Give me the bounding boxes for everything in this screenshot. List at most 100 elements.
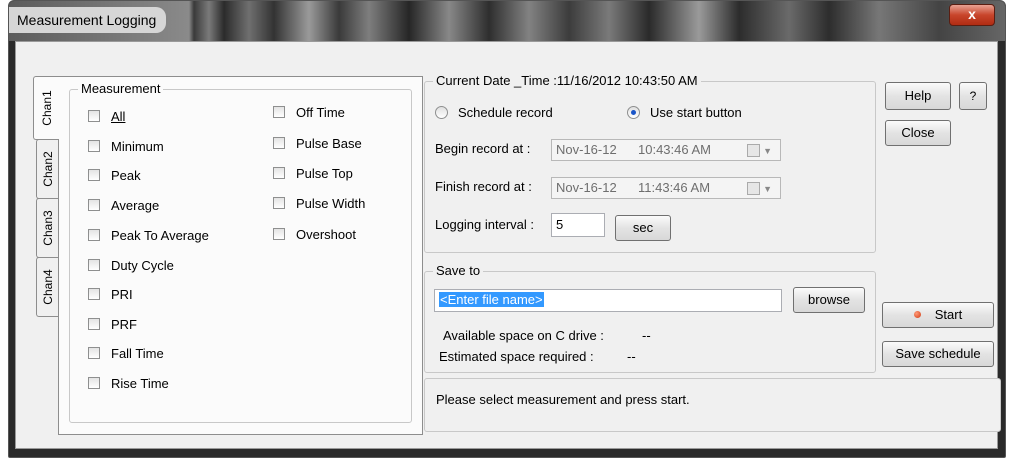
begin-record-time: 10:43:46 AM — [638, 142, 711, 157]
tab-chan3-label: Chan3 — [41, 210, 55, 246]
current-datetime-legend: Current Date _Time :11/16/2012 10:43:50 … — [433, 73, 701, 88]
tab-chan1[interactable]: Chan1 — [33, 76, 59, 140]
checkbox-average-label: Average — [111, 197, 160, 213]
browse-button[interactable]: browse — [793, 287, 865, 313]
available-space-label: Available space on C drive : — [443, 328, 604, 343]
available-space-value: -- — [642, 328, 651, 343]
save-to-group: Save to <Enter file name> browse Availab… — [424, 263, 876, 373]
help-button[interactable]: Help — [885, 82, 951, 110]
measurement-legend: Measurement — [78, 81, 164, 96]
checkbox-rise-time-label: Rise Time — [111, 375, 169, 391]
radio-use-start-button-dot[interactable] — [627, 105, 640, 119]
checkbox-pri[interactable]: PRI — [88, 285, 133, 303]
title-bar[interactable]: Measurement Logging x — [9, 1, 1005, 41]
checkbox-duty-cycle[interactable]: Duty Cycle — [88, 256, 174, 274]
checkbox-rise-time-box[interactable] — [88, 377, 100, 389]
calendar-icon[interactable] — [747, 182, 760, 195]
checkbox-pulse-width-label: Pulse Width — [296, 195, 366, 211]
checkbox-prf[interactable]: PRF — [88, 315, 137, 333]
radio-schedule-record-dot[interactable] — [435, 105, 448, 119]
checkbox-overshoot-box[interactable] — [273, 228, 285, 240]
checkbox-pri-box[interactable] — [88, 288, 100, 300]
radio-schedule-record-label: Schedule record — [458, 104, 553, 120]
measurement-logging-window: Measurement Logging x Chan1 Chan2 Chan3 … — [8, 0, 1006, 458]
checkbox-fall-time-label: Fall Time — [111, 345, 164, 361]
checkbox-prf-label: PRF — [111, 316, 137, 332]
checkbox-all[interactable]: All — [88, 107, 125, 125]
checkbox-pulse-top-box[interactable] — [273, 167, 285, 179]
help-question-icon[interactable]: ? — [959, 82, 987, 110]
begin-record-datetime-picker[interactable]: Nov-16-12 10:43:46 AM ▼ — [551, 139, 781, 161]
checkbox-pulse-top-label: Pulse Top — [296, 165, 353, 181]
file-name-input[interactable]: <Enter file name> — [434, 289, 782, 312]
checkbox-pulse-top[interactable]: Pulse Top — [273, 164, 353, 182]
estimated-space-label: Estimated space required : — [439, 349, 594, 364]
checkbox-minimum-box[interactable] — [88, 140, 100, 152]
checkbox-rise-time[interactable]: Rise Time — [88, 374, 169, 392]
checkbox-pulse-base-label: Pulse Base — [296, 135, 362, 151]
finish-record-date: Nov-16-12 — [556, 180, 617, 195]
start-button-label: Start — [934, 307, 963, 322]
checkbox-all-label: All — [111, 108, 126, 124]
checkbox-duty-cycle-label: Duty Cycle — [111, 257, 174, 273]
logging-interval-label: Logging interval : — [435, 217, 535, 232]
checkbox-peak-label: Peak — [111, 167, 141, 183]
checkbox-fall-time-box[interactable] — [88, 347, 100, 359]
window-title: Measurement Logging — [9, 7, 167, 33]
checkbox-minimum-label: Minimum — [111, 138, 164, 154]
checkbox-peak-box[interactable] — [88, 169, 100, 181]
checkbox-off-time-box[interactable] — [273, 106, 285, 118]
logging-interval-input[interactable]: 5 — [551, 213, 605, 237]
dialog-client-area: Chan1 Chan2 Chan3 Chan4 Measurement All … — [15, 41, 1001, 449]
status-message: Please select measurement and press star… — [436, 392, 690, 407]
checkbox-fall-time[interactable]: Fall Time — [88, 344, 164, 362]
finish-record-label: Finish record at : — [435, 179, 532, 194]
file-name-value: <Enter file name> — [439, 292, 544, 307]
calendar-icon[interactable] — [747, 144, 760, 157]
checkbox-peak-to-average-box[interactable] — [88, 229, 100, 241]
checkbox-off-time-label: Off Time — [296, 104, 345, 120]
checkbox-duty-cycle-box[interactable] — [88, 259, 100, 271]
tab-chan2[interactable]: Chan2 — [36, 139, 59, 199]
checkbox-peak[interactable]: Peak — [88, 166, 141, 184]
start-button[interactable]: Start — [882, 302, 994, 328]
close-button[interactable]: Close — [885, 120, 951, 146]
tab-chan4[interactable]: Chan4 — [36, 257, 59, 317]
checkbox-minimum[interactable]: Minimum — [88, 137, 164, 155]
begin-record-label: Begin record at : — [435, 141, 531, 156]
sec-button[interactable]: sec — [615, 215, 671, 241]
save-schedule-button[interactable]: Save schedule — [882, 341, 994, 367]
checkbox-pulse-width[interactable]: Pulse Width — [273, 194, 365, 212]
record-led-icon — [913, 311, 921, 319]
checkbox-peak-to-average[interactable]: Peak To Average — [88, 226, 209, 244]
window-close-button[interactable]: x — [949, 4, 995, 26]
checkbox-average-box[interactable] — [88, 199, 100, 211]
tab-chan3[interactable]: Chan3 — [36, 198, 59, 258]
finish-record-time: 11:43:46 AM — [638, 180, 711, 195]
checkbox-average[interactable]: Average — [88, 196, 159, 214]
checkbox-pulse-width-box[interactable] — [273, 197, 285, 209]
finish-record-datetime-picker[interactable]: Nov-16-12 11:43:46 AM ▼ — [551, 177, 781, 199]
tab-chan4-label: Chan4 — [41, 269, 55, 305]
checkbox-pulse-base-box[interactable] — [273, 137, 285, 149]
checkbox-prf-box[interactable] — [88, 318, 100, 330]
checkbox-pulse-base[interactable]: Pulse Base — [273, 134, 362, 152]
measurement-group: Measurement All Minimum Peak Average Pea… — [69, 81, 412, 423]
dropdown-arrow-icon[interactable]: ▼ — [763, 179, 772, 199]
checkbox-off-time[interactable]: Off Time — [273, 103, 345, 121]
chan1-tab-panel: Measurement All Minimum Peak Average Pea… — [58, 76, 423, 435]
checkbox-overshoot[interactable]: Overshoot — [273, 225, 356, 243]
radio-schedule-record[interactable]: Schedule record — [435, 103, 553, 121]
begin-record-date: Nov-16-12 — [556, 142, 617, 157]
tab-chan2-label: Chan2 — [41, 151, 55, 187]
estimated-space-value: -- — [627, 349, 636, 364]
save-to-legend: Save to — [433, 263, 484, 278]
status-panel: Please select measurement and press star… — [424, 378, 1001, 432]
checkbox-peak-to-average-label: Peak To Average — [111, 227, 209, 243]
radio-use-start-button[interactable]: Use start button — [627, 103, 742, 121]
checkbox-overshoot-label: Overshoot — [296, 226, 356, 242]
checkbox-all-box[interactable] — [88, 110, 100, 122]
tab-chan1-label: Chan1 — [39, 90, 54, 126]
dropdown-arrow-icon[interactable]: ▼ — [763, 141, 772, 161]
schedule-group: Current Date _Time :11/16/2012 10:43:50 … — [424, 73, 876, 253]
